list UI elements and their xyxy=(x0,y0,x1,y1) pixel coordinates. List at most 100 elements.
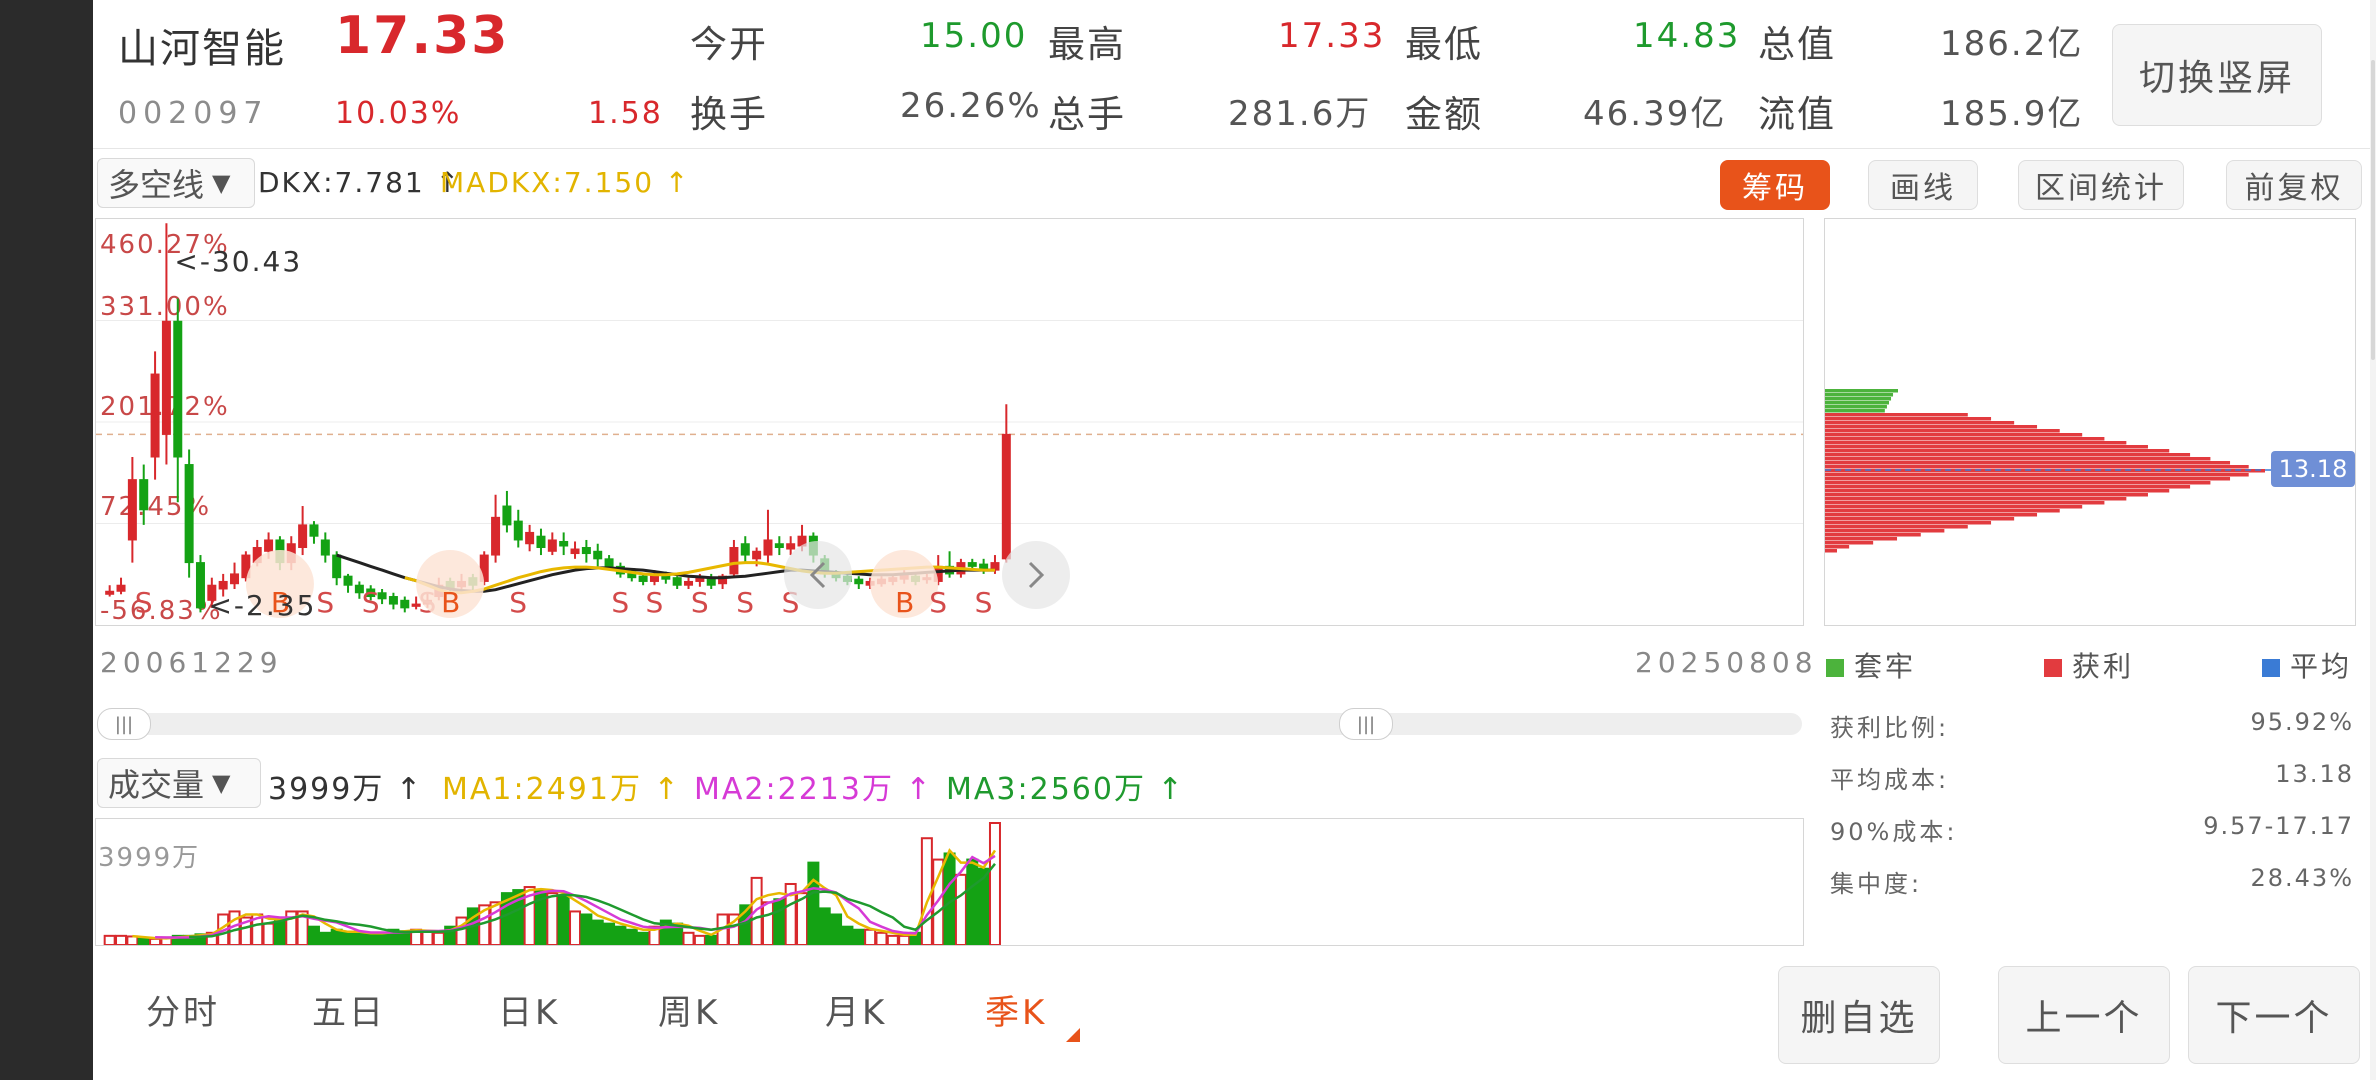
volume-bar xyxy=(103,934,116,945)
volume-select-label: 成交量 xyxy=(108,766,205,804)
tab-daily-k[interactable]: 日K xyxy=(498,985,560,1034)
range-handle-left[interactable]: ||| xyxy=(97,708,151,740)
chip-bar-profit xyxy=(1825,485,2191,489)
chip-bar-profit xyxy=(1825,457,2211,461)
range-stats-button[interactable]: 区间统计 xyxy=(2018,160,2184,210)
legend-average: 平均 xyxy=(2262,645,2352,685)
sell-signal: S xyxy=(135,586,153,619)
tab-intraday[interactable]: 分时 xyxy=(146,985,220,1034)
chip-bar-profit xyxy=(1825,493,2148,497)
chip-bar-profit xyxy=(1825,413,1968,417)
kline-panel[interactable]: 460.27%331.00%201.72%72.45%-56.83%SBSSSB… xyxy=(95,218,1804,626)
dropdown-arrow-icon: ▼ xyxy=(212,169,231,197)
stock-name: 山河智能 xyxy=(118,26,286,72)
candle-body xyxy=(161,320,171,435)
volume-ma1: MA1:2491万 ↑ xyxy=(442,772,681,807)
volume-bar xyxy=(149,937,162,945)
tab-five-day[interactable]: 五日 xyxy=(312,985,386,1034)
candle-body xyxy=(547,539,557,552)
chip-bar-profit xyxy=(1825,477,2231,481)
min-price-marker: <-2.35 xyxy=(208,589,316,622)
volume-chart[interactable] xyxy=(96,819,1803,945)
legend-locked: 套牢 xyxy=(1826,645,1916,685)
volume-bar xyxy=(864,928,877,945)
avg-cost-marker: 13.18 xyxy=(2271,451,2355,487)
candle-body xyxy=(536,535,546,549)
remove-watchlist-button[interactable]: 删自选 xyxy=(1778,966,1940,1064)
next-stock-button[interactable]: 下一个 xyxy=(2188,966,2360,1064)
chip-bar-profit xyxy=(1825,453,2191,457)
tab-weekly-k[interactable]: 周K xyxy=(658,985,720,1034)
indicator-select-label: 多空线 xyxy=(108,166,205,204)
tab-more-corner-icon[interactable] xyxy=(1066,1028,1080,1042)
volume-bar xyxy=(966,858,979,945)
chip-distribution-panel[interactable]: 13.18 xyxy=(1824,218,2356,626)
chip-bar-locked xyxy=(1825,405,1887,409)
adjust-button[interactable]: 前复权 xyxy=(2226,160,2362,210)
candle-body xyxy=(740,543,750,556)
high-value: 17.33 xyxy=(1278,16,1386,56)
range-handle-right[interactable]: ||| xyxy=(1339,708,1393,740)
chip-bar-profit xyxy=(1825,517,2015,521)
volume-bar xyxy=(262,922,275,945)
sell-signal: S xyxy=(645,586,663,619)
volume-panel[interactable]: 3999万 xyxy=(95,818,1804,946)
candle-body xyxy=(139,479,149,511)
volume-bar xyxy=(126,935,139,945)
scrollbar-thumb[interactable] xyxy=(2371,60,2375,360)
volume-bar xyxy=(988,822,1001,945)
mcap-value: 186.2亿 xyxy=(1940,24,2084,64)
scrollbar-track[interactable] xyxy=(2370,0,2376,1080)
legend-swatch-average xyxy=(2262,659,2280,677)
chips-button[interactable]: 筹码 xyxy=(1720,160,1830,210)
candle-body xyxy=(525,531,535,545)
candle-body xyxy=(343,575,353,586)
volume-label: 总手 xyxy=(1048,93,1126,136)
kline-chart[interactable]: 460.27%331.00%201.72%72.45%-56.83%SBSSSB… xyxy=(96,219,1803,625)
volume-bar xyxy=(115,934,128,945)
volume-bar xyxy=(330,928,343,945)
draw-line-button[interactable]: 画线 xyxy=(1868,160,1978,210)
stock-code: 002097 xyxy=(118,96,269,131)
legend-swatch-locked xyxy=(1826,659,1844,677)
candle-body xyxy=(593,550,603,560)
date-start: 20061229 xyxy=(100,646,283,679)
indicator-select[interactable]: 多空线 ▼ xyxy=(97,158,255,208)
buy-signal: B xyxy=(895,586,914,619)
tab-monthly-k[interactable]: 月K xyxy=(825,985,887,1034)
chip-bar-profit xyxy=(1825,497,2127,501)
date-end: 20250808 xyxy=(1635,646,1818,679)
chip-bar-profit xyxy=(1825,465,2249,469)
volume-bar xyxy=(546,892,559,945)
chip-bar-locked xyxy=(1825,397,1892,401)
tab-quarterly-k[interactable]: 季K xyxy=(985,985,1047,1034)
chip-bar-profit xyxy=(1825,537,1898,541)
volume-bar xyxy=(376,931,389,945)
chip-bar-profit xyxy=(1825,481,2211,485)
candle-body xyxy=(218,580,228,590)
sell-signal: S xyxy=(509,586,527,619)
mcap-label: 总值 xyxy=(1758,23,1836,66)
prev-stock-button[interactable]: 上一个 xyxy=(1998,966,2170,1064)
volume-bar xyxy=(569,910,582,945)
chip-bar-profit xyxy=(1825,525,1968,529)
chip-bar-profit xyxy=(1825,513,2038,517)
volume-indicator-select[interactable]: 成交量 ▼ xyxy=(97,758,261,808)
candle-body xyxy=(400,599,410,609)
low-label: 最低 xyxy=(1405,23,1483,66)
chip-bar-profit xyxy=(1825,501,2105,505)
left-black-bar xyxy=(0,0,93,1080)
switch-portrait-button[interactable]: 切换竖屏 xyxy=(2112,24,2322,126)
candle-body xyxy=(332,554,342,579)
chip-bar-profit xyxy=(1825,509,2060,513)
buy-signal: B xyxy=(441,586,460,619)
change-value: 1.58 xyxy=(588,96,663,131)
volume-bar xyxy=(273,919,286,945)
cost-90-value: 9.57-17.17 xyxy=(2203,812,2354,840)
candle-body xyxy=(1001,433,1011,560)
chip-bar-locked xyxy=(1825,401,1890,405)
legend-swatch-profit xyxy=(2044,659,2062,677)
dkx-value: DKX:7.781 ↑ xyxy=(258,166,462,199)
chip-bar-profit xyxy=(1825,521,1992,525)
range-slider[interactable]: ||| ||| xyxy=(97,708,1802,740)
